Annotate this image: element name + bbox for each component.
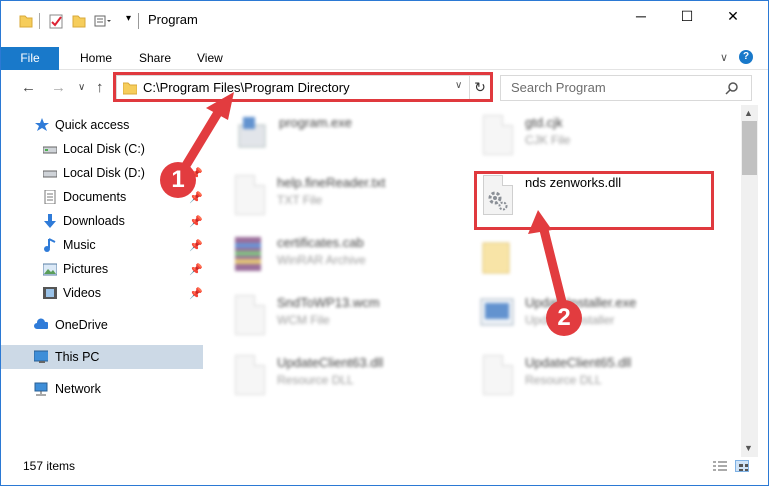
arrow-1-shaft <box>177 101 227 177</box>
callout-1: 1 <box>160 162 196 198</box>
annotation-overlay <box>177 92 571 323</box>
callout-2: 2 <box>546 300 582 336</box>
arrow-2-head <box>528 210 552 234</box>
